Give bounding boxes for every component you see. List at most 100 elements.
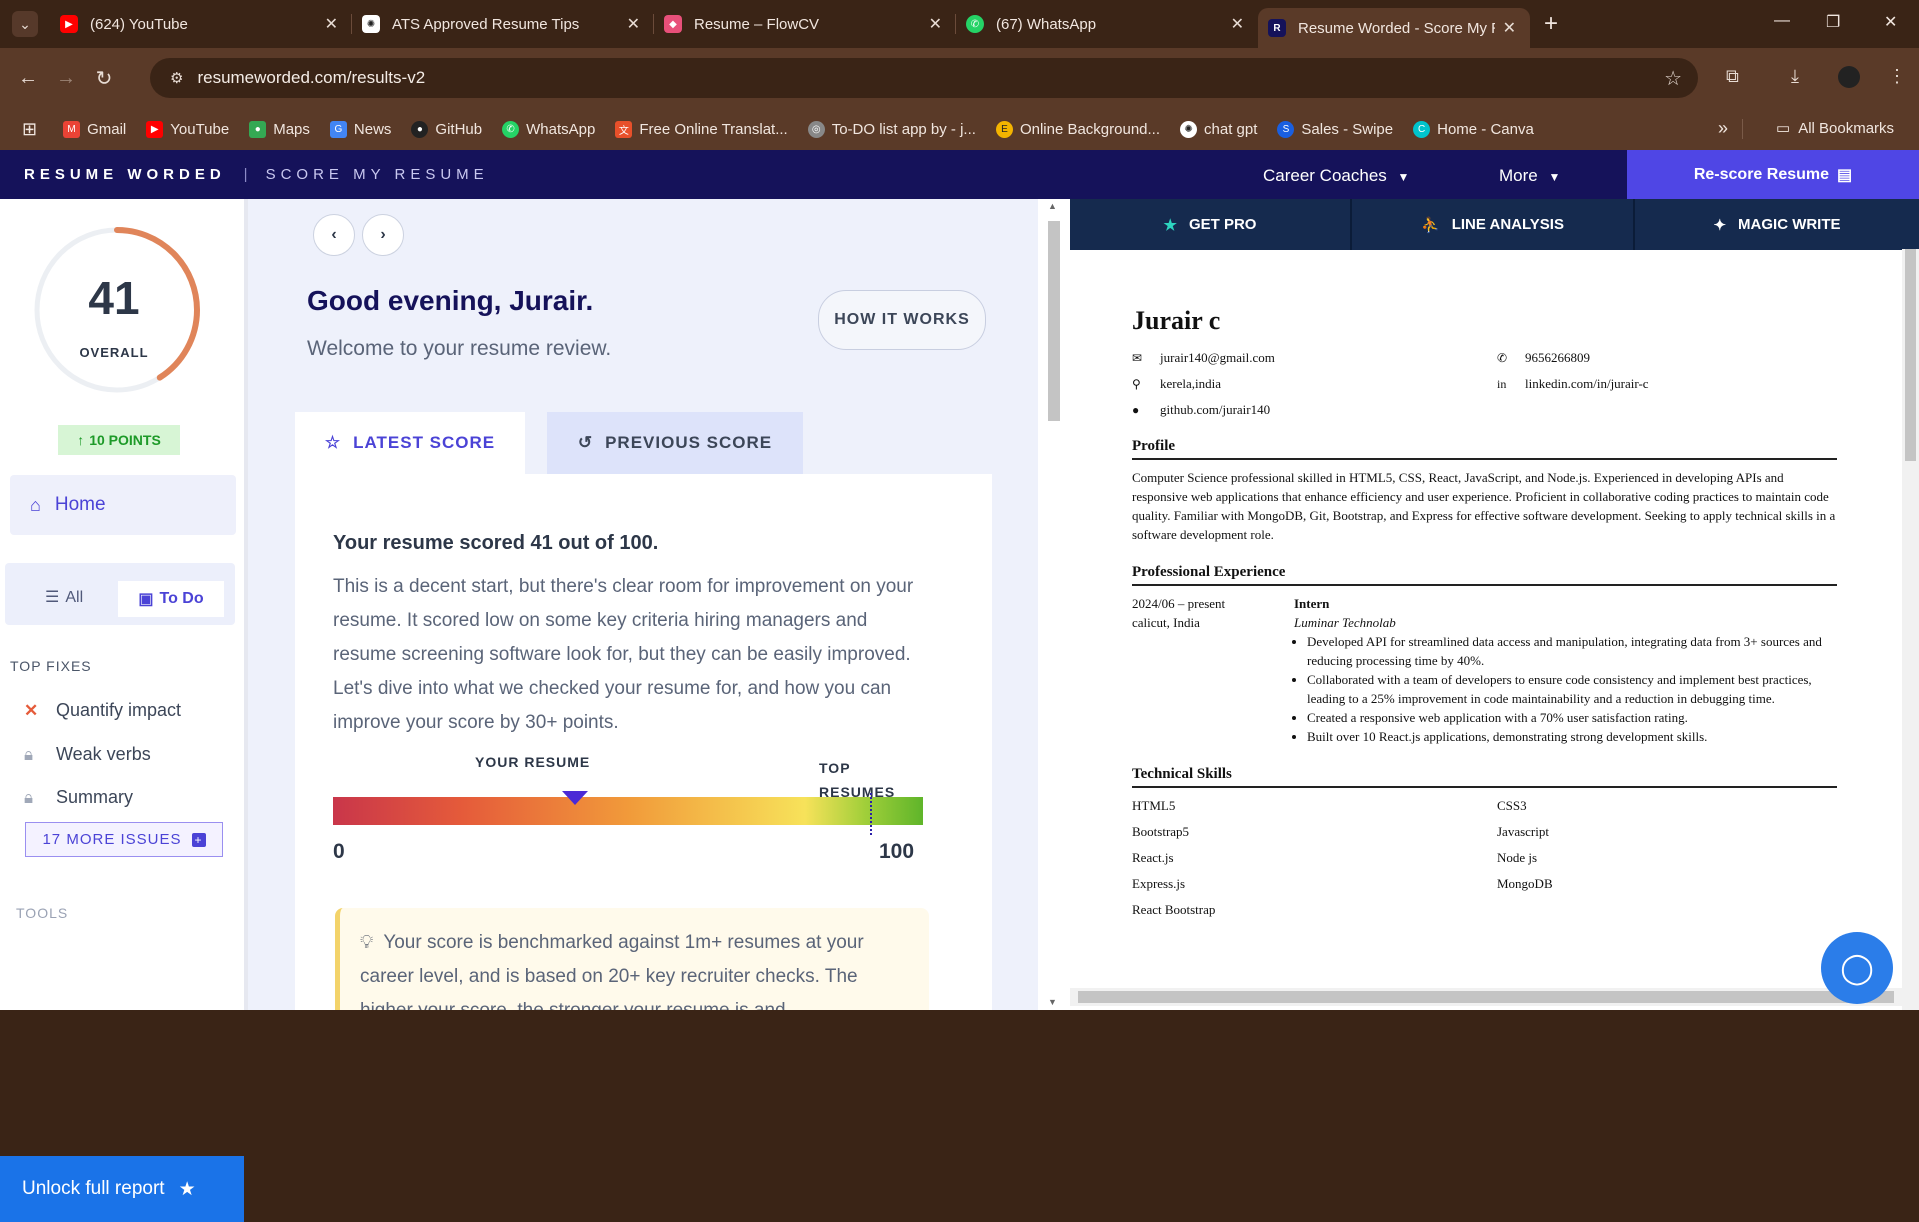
bookmark-label: GitHub xyxy=(435,120,483,138)
url-text: resumeworded.com/results-v2 xyxy=(197,68,426,87)
bookmark-youtube[interactable]: ▶ YouTube xyxy=(146,120,230,138)
whatsapp-icon: ✆ xyxy=(502,120,520,138)
bookmark-todo[interactable]: ◎ To-DO list app by - j... xyxy=(807,120,976,138)
bookmark-label: To-DO list app by - j... xyxy=(831,120,976,138)
close-window-icon[interactable]: ✕ xyxy=(1884,12,1897,32)
browser-tab-ats[interactable]: ✺ ATS Approved Resume Tips ✕ xyxy=(352,0,654,48)
toggle-todo[interactable]: ▣ To Do xyxy=(118,581,224,617)
bookmark-news[interactable]: G News xyxy=(329,120,391,138)
location-text: kerela,india xyxy=(1160,376,1221,391)
tab-latest-score[interactable]: ☆ LATEST SCORE xyxy=(295,412,525,474)
github-icon: ● xyxy=(411,120,429,138)
more-bookmarks-chevron-icon[interactable]: » xyxy=(1718,118,1728,139)
scrollbar-thumb[interactable] xyxy=(1905,249,1916,461)
unlock-full-report-button[interactable]: Unlock full report ★ xyxy=(0,1156,244,1222)
scrollbar-thumb[interactable] xyxy=(1048,221,1060,421)
bookmark-label: YouTube xyxy=(170,120,230,138)
linkedin-text: linkedin.com/in/jurair-c xyxy=(1525,376,1649,391)
next-arrow-button[interactable]: › xyxy=(362,214,404,256)
new-tab-plus-icon[interactable]: + xyxy=(1544,10,1558,38)
browser-tab-resumeworded[interactable]: R Resume Worded - Score My Re ✕ xyxy=(1258,8,1530,48)
download-icon[interactable]: ⤓ xyxy=(1791,66,1799,87)
bookmark-github[interactable]: ● GitHub xyxy=(411,120,483,138)
experience-bullets: Developed API for streamlined data acces… xyxy=(1294,632,1837,746)
more-menu[interactable]: More ▼ xyxy=(1499,166,1560,186)
browser-tab-flowcv[interactable]: ◆ Resume – FlowCV ✕ xyxy=(654,0,956,48)
fix-summary[interactable]: 🔒︎ Summary xyxy=(24,787,133,808)
gmail-icon: M xyxy=(63,120,81,138)
resume-tools-tabs: ★ GET PRO ⛹ LINE ANALYSIS ✦ MAGIC WRITE xyxy=(1070,199,1919,250)
back-arrow-icon[interactable]: ← xyxy=(10,67,46,90)
close-icon[interactable]: ✕ xyxy=(929,14,942,34)
benchmark-tip: 💡︎ Your score is benchmarked against 1m+ … xyxy=(335,908,929,1010)
bookmark-canva[interactable]: C Home - Canva xyxy=(1413,120,1534,138)
fix-quantify-impact[interactable]: ✕ Quantify impact xyxy=(24,700,181,721)
phone-icon: ✆ xyxy=(1497,350,1508,365)
site-info-icon[interactable]: ⚙ xyxy=(170,69,183,87)
bookmark-swipe[interactable]: S Sales - Swipe xyxy=(1277,120,1393,138)
more-issues-label: 17 MORE ISSUES xyxy=(42,831,182,848)
reload-icon[interactable]: ↻ xyxy=(86,66,122,91)
fix-weak-verbs[interactable]: 🔒︎ Weak verbs xyxy=(24,744,151,765)
menu-kebab-icon[interactable]: ⋮ xyxy=(1888,66,1906,87)
experience-company: Luminar Technolab xyxy=(1294,615,1396,630)
close-icon[interactable]: ✕ xyxy=(1503,18,1516,38)
profile-avatar[interactable] xyxy=(1838,66,1860,88)
tab-search-chevron-icon[interactable]: ⌄ xyxy=(12,11,38,37)
more-issues-button[interactable]: 17 MORE ISSUES + xyxy=(25,822,223,857)
brand-logo[interactable]: RESUME WORDED xyxy=(24,166,226,183)
previous-arrow-button[interactable]: ‹ xyxy=(313,214,355,256)
apps-grid-icon[interactable]: ⊞ xyxy=(22,119,37,140)
score-heading: Your resume scored 41 out of 100. xyxy=(333,532,659,554)
tab-label: LINE ANALYSIS xyxy=(1451,216,1564,233)
scroll-down-icon[interactable]: ▼ xyxy=(1048,997,1057,1007)
bookmark-chatgpt[interactable]: ✺ chat gpt xyxy=(1180,120,1257,138)
horizontal-scrollbar[interactable] xyxy=(1070,988,1902,1006)
scroll-up-icon[interactable]: ▲ xyxy=(1048,201,1057,211)
all-bookmarks-label: All Bookmarks xyxy=(1798,119,1895,137)
star-icon: ★ xyxy=(178,1178,196,1200)
chat-support-button[interactable]: ◯ xyxy=(1821,932,1893,1004)
score-sidebar: 41 OVERALL ↑ 10 POINTS ⌂ Home ☰ All ▣ To D… xyxy=(0,199,244,1222)
more-label: More xyxy=(1499,166,1538,185)
bookmark-gmail[interactable]: M Gmail xyxy=(63,120,126,138)
bookmark-whatsapp[interactable]: ✆ WhatsApp xyxy=(502,120,595,138)
all-bookmarks[interactable]: ▭ All Bookmarks xyxy=(1776,119,1895,138)
resume-scrollbar[interactable] xyxy=(1902,249,1919,1010)
forward-arrow-icon[interactable]: → xyxy=(48,67,84,90)
bookmark-maps[interactable]: ● Maps xyxy=(249,120,310,138)
bookmark-label: Free Online Translat... xyxy=(639,120,788,138)
tab-get-pro[interactable]: ★ GET PRO xyxy=(1070,199,1352,250)
experience-meta: 2024/06 – present calicut, India xyxy=(1132,594,1294,746)
skill-item: CSS3 xyxy=(1497,798,1527,813)
lock-icon: 🔒︎ xyxy=(24,744,34,764)
tab-previous-score[interactable]: ↺ PREVIOUS SCORE xyxy=(547,412,803,474)
career-coaches-menu[interactable]: Career Coaches ▼ xyxy=(1263,166,1409,186)
sidebar-item-home[interactable]: ⌂ Home xyxy=(10,475,236,535)
tab-line-analysis[interactable]: ⛹ LINE ANALYSIS xyxy=(1352,199,1635,250)
divider xyxy=(1742,119,1743,139)
bookmark-star-icon[interactable]: ☆ xyxy=(1664,66,1682,91)
unlock-label: Unlock full report xyxy=(22,1178,165,1199)
extensions-icon[interactable]: ⧉ xyxy=(1726,66,1739,87)
bookmark-background[interactable]: E Online Background... xyxy=(995,120,1160,138)
close-icon[interactable]: ✕ xyxy=(627,14,640,34)
rescore-resume-button[interactable]: Re-score Resume ▤ xyxy=(1627,150,1919,199)
restore-icon[interactable]: ❐ xyxy=(1826,12,1840,32)
bookmark-translator[interactable]: 文 Free Online Translat... xyxy=(615,120,788,138)
scrollbar-thumb[interactable] xyxy=(1078,991,1894,1003)
main-scrollbar[interactable]: ▲ ▼ xyxy=(1038,199,1070,1010)
youtube-icon: ▶ xyxy=(146,120,164,138)
close-icon[interactable]: ✕ xyxy=(325,14,338,34)
how-it-works-button[interactable]: HOW IT WORKS xyxy=(818,290,986,350)
url-bar[interactable]: ⚙ resumeworded.com/results-v2 ☆ xyxy=(150,58,1698,98)
contact-email: ✉ jurair140@gmail.com xyxy=(1132,350,1497,366)
fix-label: Summary xyxy=(56,787,134,807)
close-icon[interactable]: ✕ xyxy=(1231,14,1244,34)
toggle-all[interactable]: ☰ All xyxy=(45,587,83,607)
browser-tab-whatsapp[interactable]: ✆ (67) WhatsApp ✕ xyxy=(956,0,1258,48)
tab-magic-write[interactable]: ✦ MAGIC WRITE xyxy=(1635,199,1919,250)
maps-pin-icon: ● xyxy=(249,120,267,138)
browser-tab-youtube[interactable]: ▶ (624) YouTube ✕ xyxy=(50,0,352,48)
minimize-icon[interactable]: — xyxy=(1774,12,1790,30)
